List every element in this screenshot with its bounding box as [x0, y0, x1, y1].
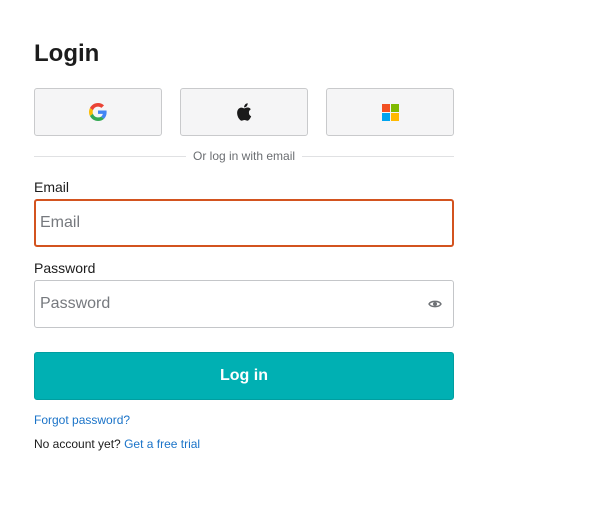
- apple-login-button[interactable]: [180, 88, 308, 136]
- email-label: Email: [34, 179, 70, 195]
- password-label: Password: [34, 260, 96, 276]
- password-field-wrapper: [34, 280, 454, 328]
- free-trial-link[interactable]: Get a free trial: [124, 437, 200, 451]
- microsoft-login-button[interactable]: [326, 88, 454, 136]
- microsoft-icon: [381, 103, 399, 121]
- apple-icon: [235, 103, 253, 121]
- signup-prompt: No account yet? Get a free trial: [34, 437, 200, 451]
- forgot-password-link[interactable]: Forgot password?: [34, 413, 130, 427]
- divider-line: [302, 155, 455, 157]
- page-title: Login: [34, 40, 100, 67]
- signup-prompt-text: No account yet?: [34, 437, 121, 451]
- email-field-wrapper: [34, 199, 454, 247]
- google-icon: [89, 103, 107, 121]
- divider-text: Or log in with email: [192, 149, 296, 163]
- email-field[interactable]: [36, 201, 452, 245]
- login-button[interactable]: Log in: [34, 352, 454, 400]
- sso-buttons: [34, 88, 454, 136]
- divider-line: [34, 155, 186, 157]
- email-divider: Or log in with email: [34, 148, 455, 164]
- login-page: Login Or log in with email Email Email P…: [0, 0, 594, 505]
- eye-icon[interactable]: [428, 297, 442, 311]
- password-field[interactable]: [35, 281, 453, 327]
- google-login-button[interactable]: [34, 88, 162, 136]
